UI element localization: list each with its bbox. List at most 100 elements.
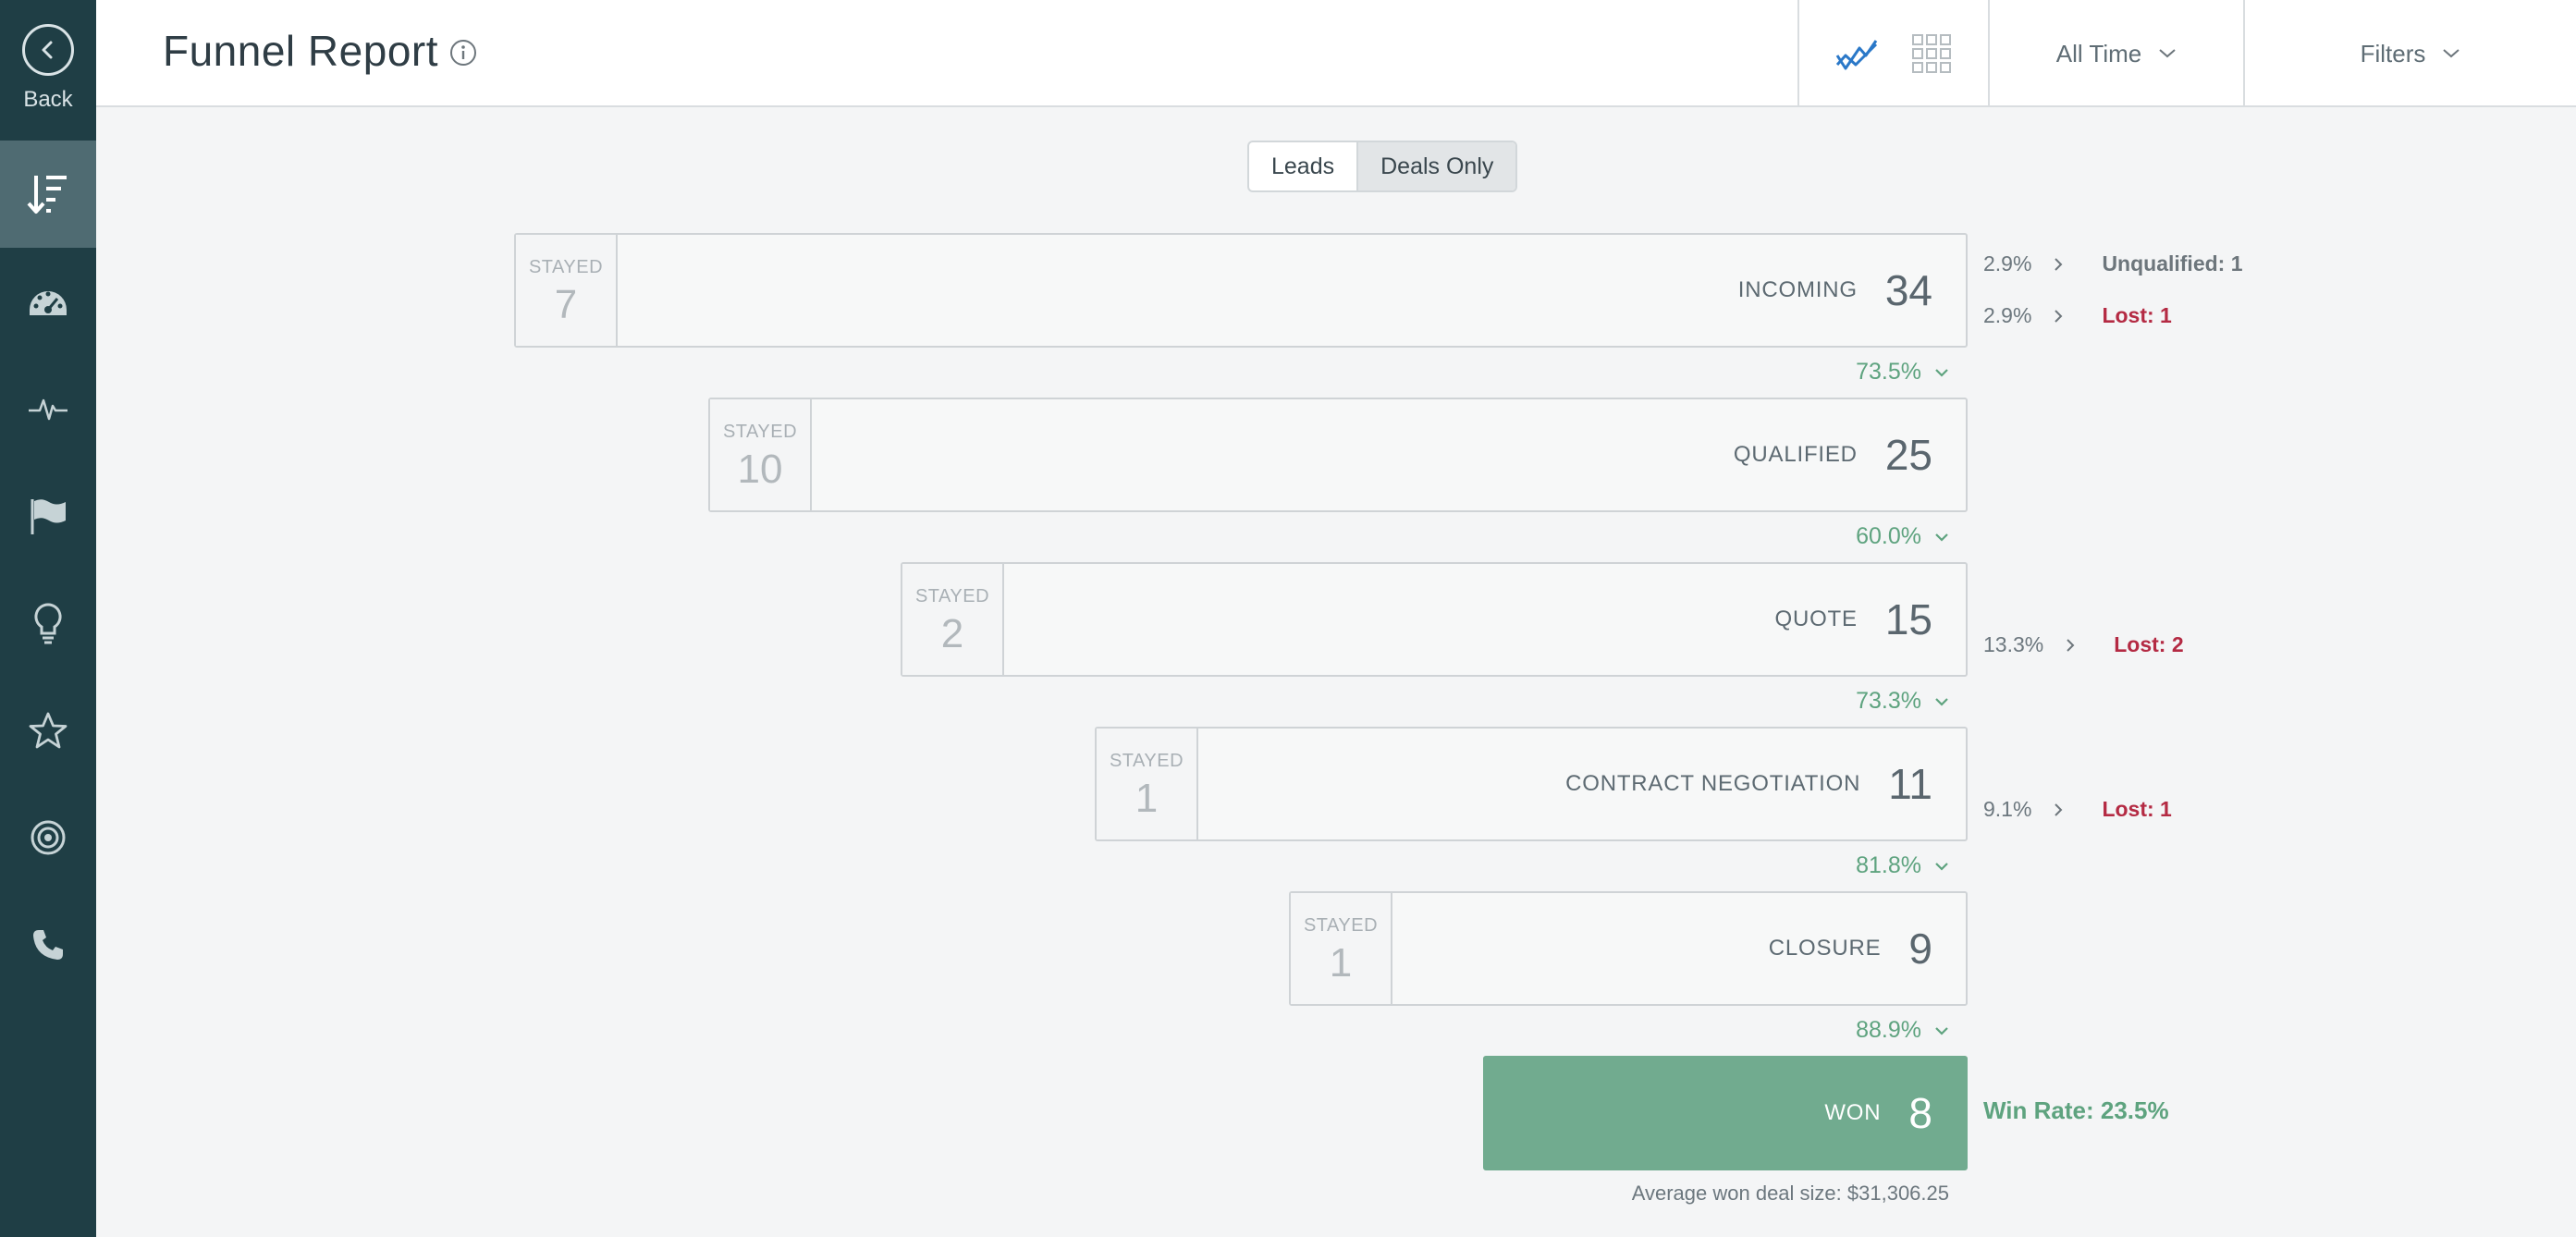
- stayed-label: STAYED: [1109, 751, 1184, 771]
- sidebar-item-insights[interactable]: [0, 570, 96, 677]
- leads-toggle-button[interactable]: Leads: [1249, 142, 1356, 190]
- grid-view-icon[interactable]: [1911, 33, 1952, 74]
- conversion-percent: 88.9%: [1856, 1017, 1921, 1043]
- incoming-unqualified-row[interactable]: 2.9% Unqualified: 1: [1983, 251, 2243, 276]
- date-range-label: All Time: [2055, 39, 2142, 67]
- back-label: Back: [23, 87, 73, 112]
- funnel-stage-qualified[interactable]: STAYED 10 QUALIFIED 25: [708, 398, 1968, 512]
- drop-percent: 2.9%: [1983, 303, 2032, 327]
- chevron-down-icon: [2159, 49, 2176, 58]
- conversion-rate[interactable]: 88.9%: [1856, 1017, 1949, 1044]
- stage-name: CLOSURE: [1768, 936, 1882, 961]
- phone-icon: [33, 930, 63, 960]
- conversion-rate[interactable]: 73.3%: [1856, 688, 1949, 715]
- chevron-down-icon: [1935, 533, 1948, 542]
- date-range-dropdown[interactable]: All Time: [1988, 0, 2243, 107]
- filters-dropdown[interactable]: Filters: [2243, 0, 2576, 107]
- deals-only-toggle-button[interactable]: Deals Only: [1356, 142, 1516, 190]
- stayed-count: 1: [1329, 940, 1353, 986]
- star-icon: [29, 712, 67, 749]
- back-arrow-icon: [22, 24, 74, 76]
- filters-label: Filters: [2360, 39, 2426, 67]
- drop-percent: 2.9%: [1983, 251, 2032, 276]
- conversion-percent: 60.0%: [1856, 523, 1921, 549]
- sidebar-item-dashboard[interactable]: [0, 248, 96, 355]
- stage-count: 9: [1908, 925, 1932, 973]
- stayed-count: 1: [1135, 776, 1159, 821]
- chevron-down-icon: [1935, 862, 1948, 871]
- unqualified-label: Unqualified: 1: [2102, 251, 2243, 276]
- lost-label: Lost: 1: [2102, 797, 2172, 821]
- funnel-stage-won[interactable]: WON 8: [1483, 1056, 1968, 1170]
- average-deal-size: Average won deal size: $31,306.25: [1631, 1182, 1949, 1205]
- drop-percent: 9.1%: [1983, 797, 2032, 821]
- stayed-label: STAYED: [722, 422, 798, 442]
- chevron-right-icon: [2054, 257, 2063, 272]
- drop-percent: 13.3%: [1983, 632, 2044, 656]
- lightbulb-icon: [34, 603, 62, 644]
- conversion-percent: 81.8%: [1856, 852, 1921, 878]
- stayed-box: STAYED 2: [902, 564, 1004, 675]
- stage-count: 11: [1888, 760, 1932, 808]
- funnel-stage-incoming[interactable]: STAYED 7 INCOMING 34: [514, 233, 1968, 348]
- sidebar: Back: [0, 0, 96, 1237]
- sidebar-item-activity[interactable]: [0, 355, 96, 462]
- lost-label: Lost: 1: [2102, 303, 2172, 327]
- conversion-rate[interactable]: 73.5%: [1856, 359, 1949, 386]
- stayed-box: STAYED 1: [1097, 729, 1198, 839]
- stage-count: 15: [1884, 595, 1932, 643]
- lost-label: Lost: 2: [2114, 632, 2184, 656]
- activity-pulse-icon: [29, 398, 67, 421]
- stayed-label: STAYED: [914, 586, 990, 606]
- stage-count: 34: [1884, 266, 1932, 314]
- funnel-chart-view-icon[interactable]: [1835, 35, 1878, 72]
- quote-lost-row[interactable]: 13.3% Lost: 2: [1983, 632, 2184, 657]
- stayed-box: STAYED 7: [516, 235, 618, 346]
- stage-name: CONTRACT NEGOTIATION: [1565, 771, 1861, 796]
- page-title: Funnel Report: [163, 27, 438, 75]
- incoming-lost-row[interactable]: 2.9% Lost: 1: [1983, 303, 2172, 328]
- funnel-sort-icon: [27, 176, 67, 214]
- chevron-right-icon: [2066, 638, 2075, 653]
- sidebar-item-calls[interactable]: [0, 891, 96, 998]
- stayed-label: STAYED: [528, 257, 604, 277]
- sidebar-item-targets[interactable]: [0, 784, 96, 891]
- view-toggle: [1797, 0, 1988, 107]
- chevron-down-icon: [1935, 1026, 1948, 1035]
- flag-icon: [31, 499, 66, 534]
- back-button[interactable]: Back: [0, 0, 96, 139]
- conversion-percent: 73.5%: [1856, 359, 1921, 385]
- funnel-stage-contract-negotiation[interactable]: STAYED 1 CONTRACT NEGOTIATION 11: [1095, 727, 1968, 841]
- sidebar-item-goals[interactable]: [0, 462, 96, 570]
- stage-count: 25: [1884, 431, 1932, 479]
- target-icon: [31, 820, 66, 855]
- conversion-percent: 73.3%: [1856, 688, 1921, 714]
- win-rate: Win Rate: 23.5%: [1983, 1096, 2169, 1124]
- sidebar-item-favorites[interactable]: [0, 677, 96, 784]
- stage-name: WON: [1824, 1100, 1882, 1125]
- stayed-count: 2: [940, 611, 964, 656]
- conversion-rate[interactable]: 60.0%: [1856, 523, 1949, 550]
- stage-name: QUALIFIED: [1733, 442, 1858, 467]
- stayed-count: 10: [737, 447, 783, 492]
- stage-name: INCOMING: [1737, 277, 1858, 302]
- stayed-box: STAYED 1: [1291, 893, 1392, 1004]
- stayed-box: STAYED 10: [710, 399, 812, 510]
- chevron-down-icon: [2443, 49, 2460, 58]
- sidebar-item-funnel[interactable]: [0, 141, 96, 248]
- stage-name: QUOTE: [1774, 606, 1858, 631]
- chevron-right-icon: [2054, 802, 2063, 817]
- dashboard-gauge-icon: [30, 291, 67, 315]
- chevron-down-icon: [1935, 368, 1948, 377]
- chevron-right-icon: [2054, 309, 2063, 324]
- chevron-down-icon: [1935, 697, 1948, 706]
- leads-deals-toggle: Leads Deals Only: [1247, 141, 1518, 192]
- funnel-stage-closure[interactable]: STAYED 1 CLOSURE 9: [1289, 891, 1968, 1006]
- conversion-rate[interactable]: 81.8%: [1856, 852, 1949, 879]
- info-icon[interactable]: [449, 39, 477, 67]
- contract-lost-row[interactable]: 9.1% Lost: 1: [1983, 797, 2172, 822]
- header: Funnel Report All Time Filters: [96, 0, 2576, 107]
- funnel-stage-quote[interactable]: STAYED 2 QUOTE 15: [901, 562, 1968, 677]
- stage-count: 8: [1908, 1089, 1932, 1137]
- stayed-count: 7: [554, 282, 578, 327]
